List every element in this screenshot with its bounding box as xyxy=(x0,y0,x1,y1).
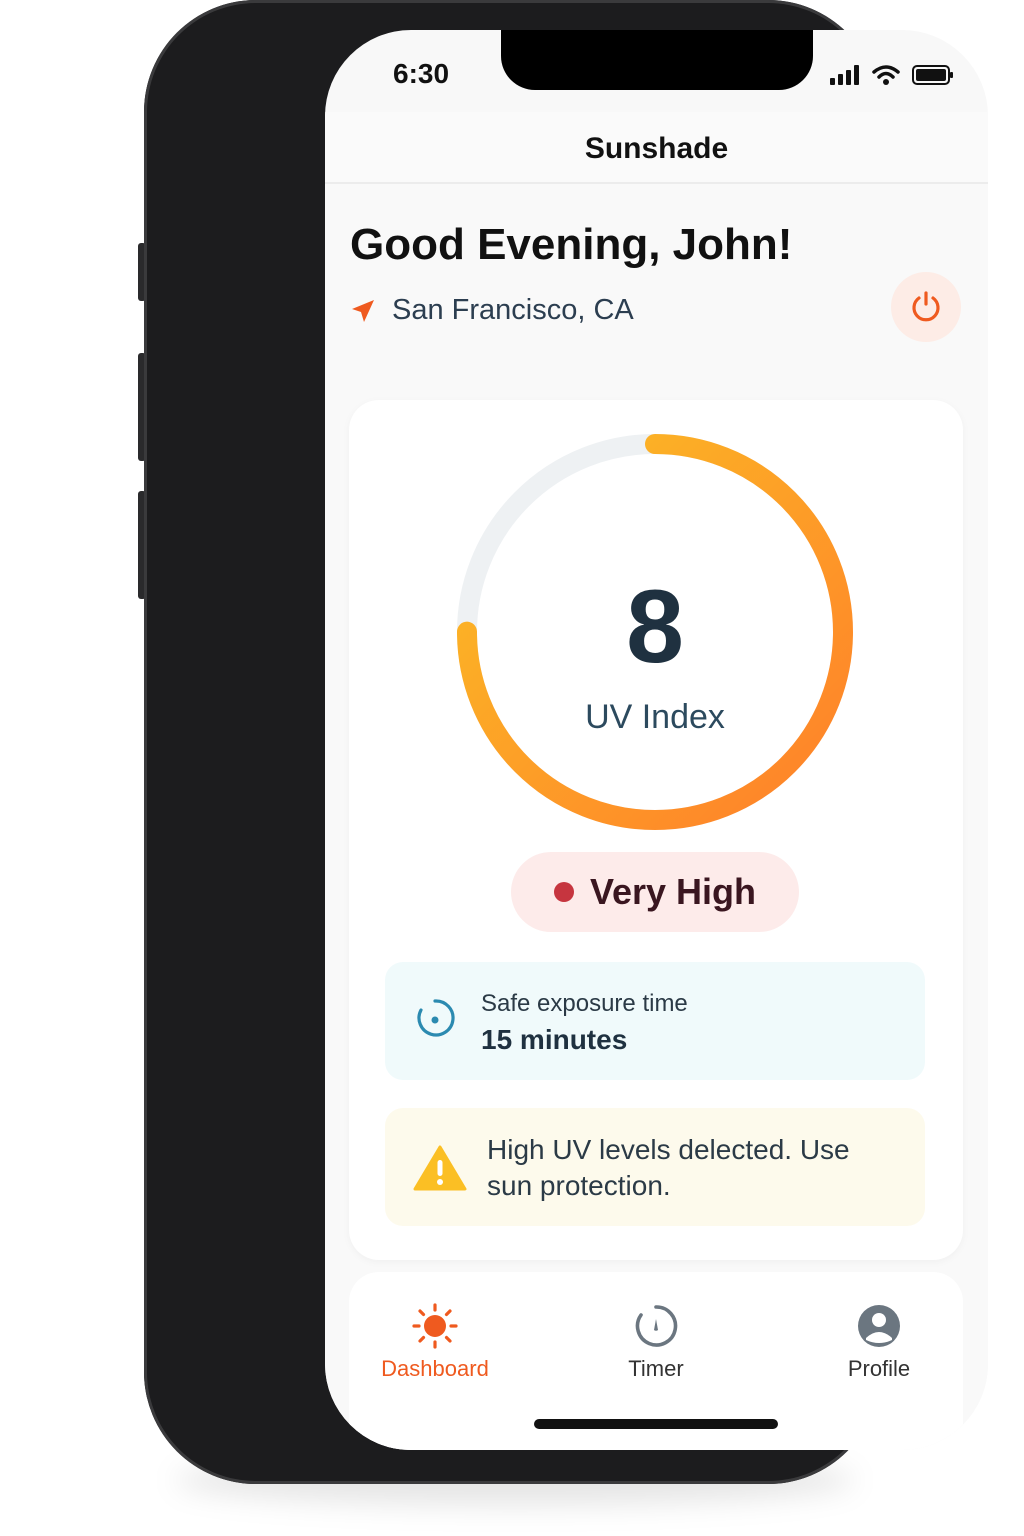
app-header: Sunshade xyxy=(325,112,988,184)
warning-icon xyxy=(413,1145,467,1191)
location-text: San Francisco, CA xyxy=(392,294,634,326)
tab-timer[interactable]: Timer xyxy=(576,1302,736,1382)
location-row[interactable]: San Francisco, CA xyxy=(350,294,634,327)
uv-card: 8 UV Index Very High Safe exposure time … xyxy=(349,400,963,1260)
warning-text: High UV levels delected. Use sun protect… xyxy=(487,1134,850,1201)
timer-icon xyxy=(417,999,455,1037)
uv-gauge: 8 UV Index xyxy=(453,430,857,834)
exposure-value: 15 minutes xyxy=(481,1024,628,1055)
risk-level-text: Very High xyxy=(589,871,757,912)
tab-profile[interactable]: Profile xyxy=(799,1302,959,1382)
timer-icon xyxy=(635,1305,678,1347)
exposure-card: Safe exposure time 15 minutes xyxy=(385,962,925,1080)
phone-frame: 6:30 Sunshade Good Evening, John! San Fr… xyxy=(144,0,988,1484)
uv-index-value: 8 xyxy=(626,569,684,685)
location-arrow-icon xyxy=(352,299,374,322)
tab-dashboard[interactable]: Dashboard xyxy=(355,1302,515,1382)
wifi-icon xyxy=(872,65,900,85)
power-button[interactable] xyxy=(891,272,961,342)
uv-index-label: UV Index xyxy=(585,698,725,736)
risk-dot xyxy=(553,882,574,902)
warning-card: High UV levels delected. Use sun protect… xyxy=(385,1108,925,1226)
tab-label-profile: Profile xyxy=(847,1356,911,1381)
dashboard-content: Good Evening, John! San Francisco, CA 8 … xyxy=(325,184,988,1450)
greeting-heading: Good Evening, John! xyxy=(350,220,793,269)
risk-level-badge: Very High xyxy=(511,852,799,932)
tab-label-dashboard: Dashboard xyxy=(381,1356,489,1381)
battery-icon xyxy=(912,65,953,85)
status-time: 6:30 xyxy=(393,58,450,89)
phone-screen: 6:30 Sunshade Good Evening, John! San Fr… xyxy=(325,30,988,1450)
home-indicator[interactable] xyxy=(534,1419,778,1429)
notch xyxy=(501,30,813,90)
tab-label-timer: Timer xyxy=(628,1356,684,1381)
exposure-title: Safe exposure time xyxy=(481,990,688,1017)
app-title: Sunshade xyxy=(584,132,729,165)
power-icon xyxy=(912,291,940,322)
user-icon xyxy=(858,1305,900,1347)
sun-icon xyxy=(412,1303,458,1349)
signal-icon xyxy=(830,65,859,85)
status-icons xyxy=(830,64,954,86)
